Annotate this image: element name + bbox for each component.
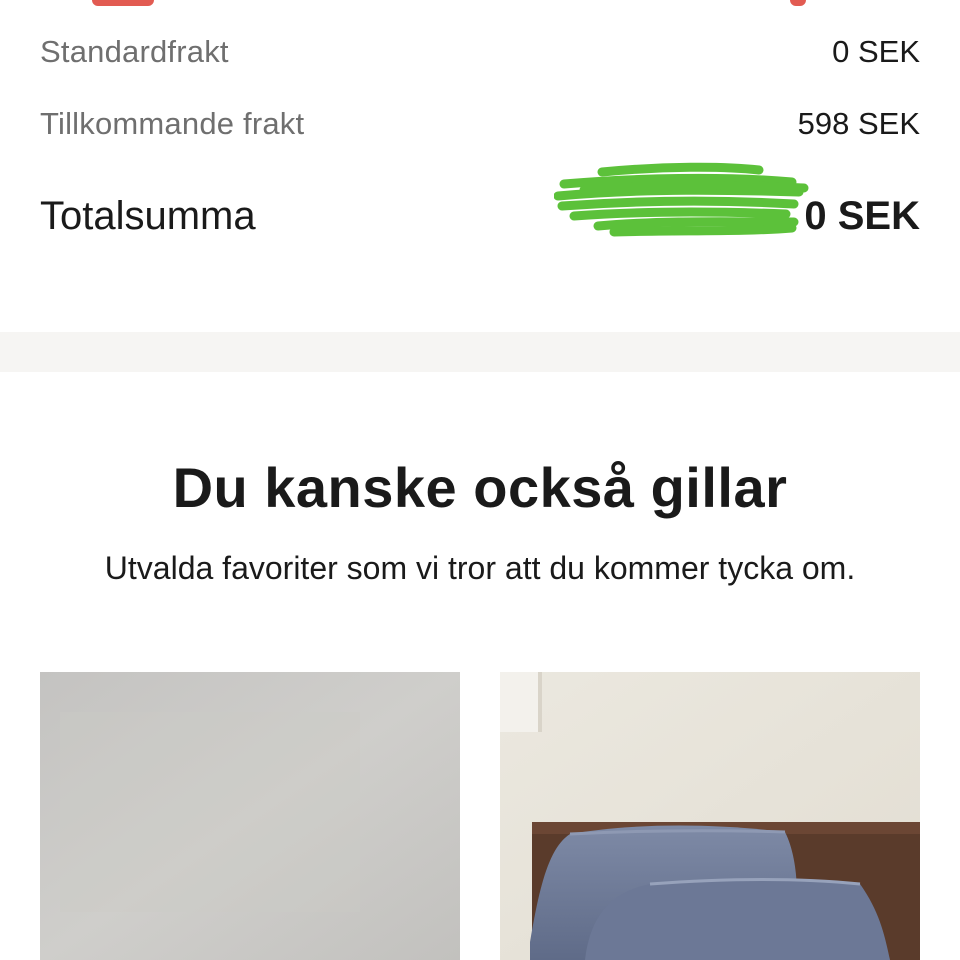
- standard-shipping-label: Standardfrakt: [40, 34, 229, 69]
- product-card-2[interactable]: [500, 672, 920, 960]
- total-row: Totalsumma 0 SEK: [40, 162, 920, 239]
- recommendations-title: Du kanske också gillar: [172, 456, 788, 519]
- additional-shipping-row: Tillkommande frakt 598 SEK: [40, 106, 920, 142]
- total-value-wrap: 0 SEK: [554, 162, 920, 239]
- product-image-2: [500, 672, 920, 960]
- additional-shipping-value: 598 SEK: [797, 106, 920, 141]
- product-image-1: [40, 672, 460, 960]
- product-card-1[interactable]: [40, 672, 460, 960]
- clipped-red-text-fragment: [92, 0, 154, 6]
- section-divider: [0, 332, 960, 372]
- recommendations-subtitle: Utvalda favoriter som vi tror att du kom…: [104, 550, 856, 586]
- total-value: 0 SEK: [804, 194, 920, 238]
- checkout-page: Standardfrakt 0 SEK Tillkommande frakt 5…: [0, 0, 960, 960]
- total-label: Totalsumma: [40, 194, 256, 238]
- redaction-scribble: [554, 162, 809, 237]
- additional-shipping-label: Tillkommande frakt: [40, 106, 305, 141]
- clipped-top-text: [0, 0, 960, 8]
- standard-shipping-value: 0 SEK: [832, 34, 920, 69]
- clipped-red-text-fragment: [790, 0, 806, 6]
- standard-shipping-row: Standardfrakt 0 SEK: [40, 34, 920, 70]
